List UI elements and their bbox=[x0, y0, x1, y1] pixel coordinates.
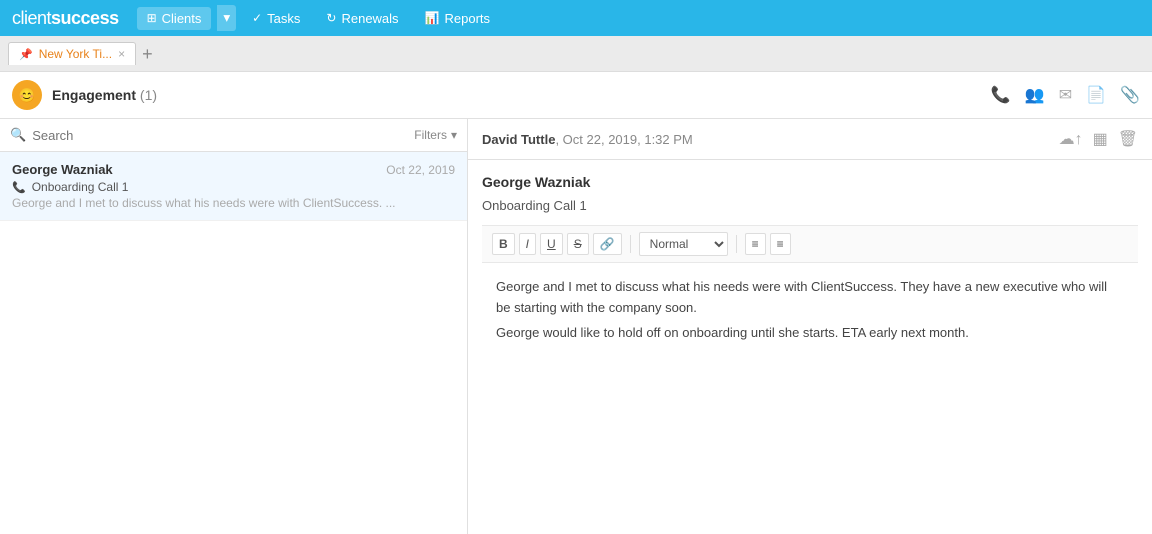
note-body-line2: George would like to hold off on onboard… bbox=[496, 323, 1124, 344]
tab-add-button[interactable]: + bbox=[142, 45, 153, 63]
toolbar-italic-button[interactable]: I bbox=[519, 233, 536, 255]
toolbar-divider-2 bbox=[736, 235, 737, 253]
contact-phone-icon: 📞 bbox=[12, 181, 26, 194]
toolbar-strike-button[interactable]: S bbox=[567, 233, 589, 255]
avatar-icon: 😊 bbox=[18, 87, 35, 104]
phone-action-icon[interactable]: 📞 bbox=[991, 85, 1011, 105]
grid-view-icon[interactable]: ▦ bbox=[1093, 129, 1108, 149]
search-icon: 🔍 bbox=[10, 127, 26, 143]
tab-bar: 📌 New York Ti... × + bbox=[0, 36, 1152, 72]
toolbar-link-button[interactable]: 🔗 bbox=[593, 233, 622, 255]
engagement-count: (1) bbox=[140, 87, 157, 103]
tab-label: New York Ti... bbox=[39, 47, 112, 61]
engagement-left: 😊 Engagement (1) bbox=[12, 80, 157, 110]
contact-item[interactable]: George Wazniak Oct 22, 2019 📞 Onboarding… bbox=[0, 152, 467, 221]
search-bar: 🔍 Filters ▾ bbox=[0, 119, 467, 152]
engagement-header: 😊 Engagement (1) 📞 👥 ✉ 📄 📎 bbox=[0, 72, 1152, 119]
upload-cloud-icon[interactable]: ☁↑ bbox=[1059, 129, 1083, 149]
note-body: George and I met to discuss what his nee… bbox=[482, 263, 1138, 361]
note-datetime: Oct 22, 2019, 1:32 PM bbox=[563, 132, 693, 147]
search-input[interactable] bbox=[32, 128, 414, 143]
tasks-check-icon: ✓ bbox=[252, 11, 262, 25]
renewals-refresh-icon: ↻ bbox=[326, 11, 336, 25]
nav-reports-button[interactable]: 📊 Reports bbox=[415, 7, 500, 30]
toolbar-bold-button[interactable]: B bbox=[492, 233, 515, 255]
right-panel: David Tuttle, Oct 22, 2019, 1:32 PM ☁↑ ▦… bbox=[468, 119, 1152, 534]
engagement-title: Engagement (1) bbox=[52, 87, 157, 103]
editor-toolbar: B I U S 🔗 Normal Heading 1 Heading 2 bbox=[482, 225, 1138, 263]
contacts-action-icon[interactable]: 👥 bbox=[1025, 85, 1045, 105]
top-nav: clientsuccess ⊞ Clients ▾ ✓ Tasks ↻ Rene… bbox=[0, 0, 1152, 36]
unordered-list-icon: ≡ bbox=[777, 237, 784, 251]
delete-icon[interactable]: 🗑 bbox=[1118, 129, 1138, 149]
link-icon: 🔗 bbox=[600, 237, 615, 251]
nav-clients-button[interactable]: ⊞ Clients bbox=[137, 7, 212, 30]
filters-chevron-icon: ▾ bbox=[451, 128, 457, 142]
note-body-line1: George and I met to discuss what his nee… bbox=[496, 277, 1124, 319]
note-author: David Tuttle bbox=[482, 132, 555, 147]
toolbar-divider bbox=[630, 235, 631, 253]
clients-grid-icon: ⊞ bbox=[147, 11, 157, 25]
main-content: 😊 Engagement (1) 📞 👥 ✉ 📄 📎 🔍 bbox=[0, 72, 1152, 534]
logo-client: client bbox=[12, 8, 51, 29]
nav-tasks-button[interactable]: ✓ Tasks bbox=[242, 7, 310, 30]
contact-date: Oct 22, 2019 bbox=[386, 163, 455, 177]
logo-success: success bbox=[51, 8, 119, 29]
email-action-icon[interactable]: ✉ bbox=[1059, 85, 1072, 105]
content-split: 🔍 Filters ▾ George Wazniak Oct 22, 2019 … bbox=[0, 119, 1152, 534]
note-meta: David Tuttle, Oct 22, 2019, 1:32 PM bbox=[482, 132, 693, 147]
logo: clientsuccess bbox=[12, 8, 119, 29]
engagement-avatar: 😊 bbox=[12, 80, 42, 110]
tab-newyork[interactable]: 📌 New York Ti... × bbox=[8, 42, 136, 65]
toolbar-underline-button[interactable]: U bbox=[540, 233, 563, 255]
clients-dropdown-button[interactable]: ▾ bbox=[217, 5, 236, 31]
reports-bar-icon: 📊 bbox=[425, 11, 440, 25]
left-panel: 🔍 Filters ▾ George Wazniak Oct 22, 2019 … bbox=[0, 119, 468, 534]
nav-renewals-button[interactable]: ↻ Renewals bbox=[316, 7, 408, 30]
engagement-actions: 📞 👥 ✉ 📄 📎 bbox=[991, 85, 1140, 105]
note-header-actions: ☁↑ ▦ 🗑 bbox=[1059, 129, 1138, 149]
note-content: George Wazniak Onboarding Call 1 B I U S… bbox=[468, 160, 1152, 534]
contact-name: George Wazniak bbox=[12, 162, 113, 177]
toolbar-ordered-list-button[interactable]: ≡ bbox=[745, 233, 766, 255]
toolbar-format-select[interactable]: Normal Heading 1 Heading 2 bbox=[639, 232, 728, 256]
contact-preview: George and I met to discuss what his nee… bbox=[12, 196, 412, 210]
ordered-list-icon: ≡ bbox=[752, 237, 759, 251]
note-call-title: Onboarding Call 1 bbox=[482, 198, 1138, 213]
contact-subtitle: 📞 Onboarding Call 1 bbox=[12, 180, 455, 194]
note-contact-name: George Wazniak bbox=[482, 174, 1138, 190]
tab-pin-icon: 📌 bbox=[19, 48, 33, 61]
tab-close-button[interactable]: × bbox=[118, 47, 125, 61]
contact-list: George Wazniak Oct 22, 2019 📞 Onboarding… bbox=[0, 152, 467, 534]
search-input-wrap: 🔍 bbox=[10, 127, 414, 143]
contact-item-top: George Wazniak Oct 22, 2019 bbox=[12, 162, 455, 177]
document-action-icon[interactable]: 📄 bbox=[1086, 85, 1106, 105]
attachment-action-icon[interactable]: 📎 bbox=[1120, 85, 1140, 105]
filters-button[interactable]: Filters ▾ bbox=[414, 128, 457, 142]
toolbar-unordered-list-button[interactable]: ≡ bbox=[770, 233, 791, 255]
note-header: David Tuttle, Oct 22, 2019, 1:32 PM ☁↑ ▦… bbox=[468, 119, 1152, 160]
